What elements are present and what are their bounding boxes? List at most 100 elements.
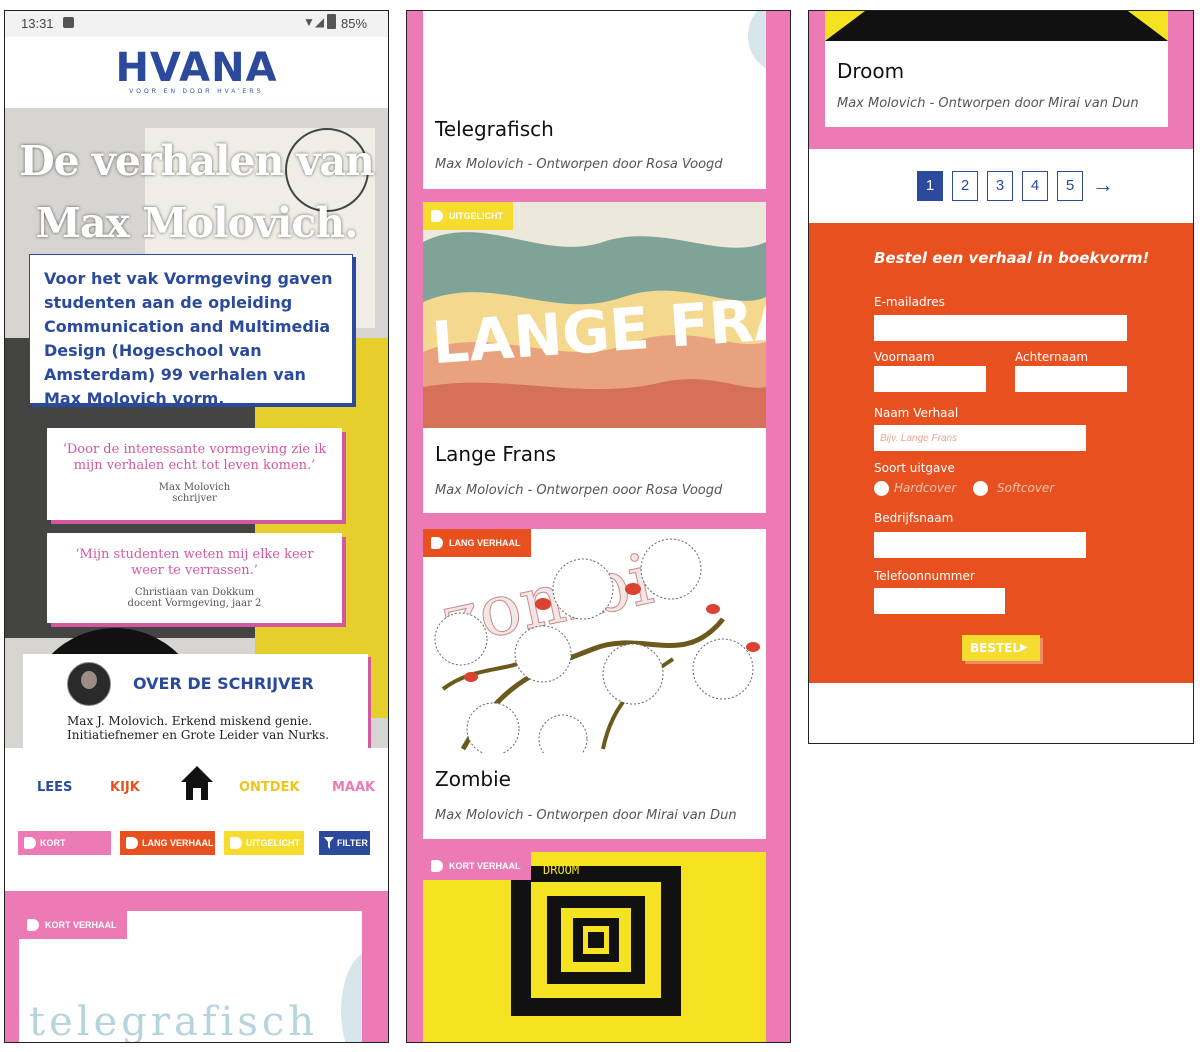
about-text: Max J. Molovich. Erkend miskend genie. I… <box>67 714 330 742</box>
quote-author: Christiaan van Dokkum <box>134 587 255 598</box>
first-name-label: Voornaam <box>874 350 935 364</box>
story-label: UITGELICHT <box>423 202 513 230</box>
category-nav: LEES KIJK ONTDEK MAAK <box>5 748 388 828</box>
about-author-card[interactable]: OVER DE SCHRIJVER Max J. Molovich. Erken… <box>23 654 368 748</box>
story-label-text: KORT VERHAAL <box>449 861 521 871</box>
softcover-radio[interactable] <box>973 481 988 496</box>
story-list: telegrafisch KORT VERHAAL <box>5 891 388 1043</box>
filter-label: UITGELICHT <box>246 838 300 848</box>
story-card-telegrafisch-preview[interactable]: telegrafisch KORT VERHAAL <box>19 911 362 1043</box>
tag-icon <box>431 210 443 222</box>
intro-text: Voor het vak Vormgeving gaven studenten … <box>29 254 353 408</box>
softcover-label[interactable]: Softcover <box>997 481 1054 495</box>
artwork-text: DROOM <box>543 863 579 877</box>
filter-lang-verhaal[interactable]: LANG VERHAAL <box>120 831 215 855</box>
story-label-text: LANG VERHAAL <box>449 538 521 548</box>
filter-uitgelicht[interactable]: UITGELICHT <box>224 831 304 855</box>
zombie-artwork: zombie <box>423 529 766 753</box>
artwork-moon <box>748 11 766 71</box>
tag-icon <box>126 837 138 849</box>
gallery-notification-icon <box>63 17 74 28</box>
story-label-text: KORT VERHAAL <box>45 920 117 930</box>
page-5-button[interactable]: 5 <box>1057 171 1083 201</box>
story-label: KORT VERHAAL <box>423 852 531 880</box>
page-4-button[interactable]: 4 <box>1022 171 1048 201</box>
order-form-title: Bestel een verhaal in boekvorm! <box>874 249 1150 267</box>
status-time: 13:31 <box>21 16 54 31</box>
filter-button[interactable]: FILTER <box>319 831 370 855</box>
filter-label: LANG VERHAAL <box>142 838 214 848</box>
story-list-end: Droom Max Molovich - Ontworpen door Mira… <box>809 11 1193 149</box>
filter-kort-verhaal[interactable]: KORT VERHAAL <box>18 831 111 872</box>
hero-title-line2: Max Molovich. <box>35 199 359 247</box>
tag-icon <box>230 837 242 849</box>
quote-role: schrijver <box>172 493 217 504</box>
hero-title: De verhalen van Max Molovich. <box>5 130 388 254</box>
page-3-button[interactable]: 3 <box>987 171 1013 201</box>
story-title[interactable]: Droom <box>837 59 904 83</box>
nav-kijk[interactable]: KIJK <box>110 780 140 795</box>
submit-order-button[interactable]: BESTEL ▶ <box>962 635 1040 661</box>
battery-icon <box>327 14 336 29</box>
page-1-button[interactable]: 1 <box>917 171 943 201</box>
hero-title-line1: De verhalen van <box>19 137 375 185</box>
battery-percentage: 85% <box>341 16 368 31</box>
filter-label: FILTER <box>337 838 368 848</box>
wifi-signal-icon: ▼◢ <box>303 15 325 29</box>
company-field[interactable] <box>874 532 1086 558</box>
story-title[interactable]: Lange Frans <box>435 442 556 466</box>
story-card-droom[interactable]: Droom Max Molovich - Ontworpen door Mira… <box>825 11 1168 127</box>
filter-label: KORT VERHAAL <box>40 838 84 872</box>
first-name-field[interactable] <box>874 366 986 392</box>
story-label: LANG VERHAAL <box>423 529 531 557</box>
home-icon[interactable] <box>179 764 215 802</box>
artwork-text: telegrafisch <box>29 999 319 1043</box>
last-name-label: Achternaam <box>1015 350 1089 364</box>
phone-field[interactable] <box>874 588 1005 614</box>
quote-card: ‘Mijn studenten weten mij elke keer weer… <box>47 533 342 623</box>
quote-role: docent Vormgeving, jaar 2 <box>127 598 262 609</box>
quote-text: ‘Mijn studenten weten mij elke keer weer… <box>75 547 314 578</box>
phone-label: Telefoonnummer <box>874 569 975 583</box>
story-name-label: Naam Verhaal <box>874 406 959 420</box>
story-card-droom[interactable]: DROOM KORT VERHAAL <box>423 852 766 1042</box>
story-name-field[interactable] <box>874 425 1086 451</box>
page-2-button[interactable]: 2 <box>952 171 978 201</box>
nav-ontdek[interactable]: ONTDEK <box>239 780 300 795</box>
story-label-text: UITGELICHT <box>449 211 503 221</box>
company-label: Bedrijfsnaam <box>874 511 954 525</box>
story-label: KORT VERHAAL <box>19 911 127 939</box>
hvana-logo[interactable]: HVANA <box>5 45 388 91</box>
quote-text: ‘Door de interessante vormgeving zie ik … <box>62 442 327 473</box>
quote-card: ‘Door de interessante vormgeving zie ik … <box>47 428 342 520</box>
story-title[interactable]: Telegrafisch <box>435 117 554 141</box>
story-card-zombie[interactable]: zombie LANG VERHAAL Zombie Max Molovich … <box>423 529 766 839</box>
quote-attribution: Christiaan van Dokkum docent Vormgeving,… <box>59 587 330 609</box>
story-subtitle: Max Molovich - Ontworpen door Rosa Voogd <box>435 157 723 172</box>
email-field[interactable] <box>874 315 1127 341</box>
tag-icon <box>431 537 443 549</box>
hardcover-label[interactable]: Hardcover <box>894 481 956 495</box>
artwork-moon <box>341 951 362 1042</box>
droom-artwork: DROOM <box>423 852 766 1042</box>
story-card-lange-frans[interactable]: LANGE FRANS UITGELICHT Lange Frans Max M… <box>423 202 766 513</box>
mobile-screen-story-list: Telegrafisch Max Molovich - Ontworpen do… <box>406 10 791 1043</box>
author-avatar <box>67 662 111 706</box>
tag-icon <box>27 919 39 931</box>
nav-maak[interactable]: MAAK <box>332 780 375 795</box>
lange-frans-artwork: LANGE FRANS <box>423 202 766 428</box>
hero-section: De verhalen van Max Molovich. Voor het v… <box>5 108 388 748</box>
story-card-telegrafisch[interactable]: Telegrafisch Max Molovich - Ontworpen do… <box>423 11 766 189</box>
last-name-field[interactable] <box>1015 366 1127 392</box>
hardcover-radio[interactable] <box>874 481 889 496</box>
quote-author: Max Molovich <box>158 482 231 493</box>
story-subtitle: Max Molovich - Ontworpen ooor Rosa Voogd <box>435 483 723 498</box>
story-subtitle: Max Molovich - Ontworpen door Mirai van … <box>837 96 1139 111</box>
quote-attribution: Max Molovich schrijver <box>59 482 330 504</box>
mobile-screen-order: Droom Max Molovich - Ontworpen door Mira… <box>808 10 1194 744</box>
email-label: E-mailadres <box>874 295 945 309</box>
next-page-arrow-icon[interactable]: → <box>1092 171 1114 199</box>
about-title[interactable]: OVER DE SCHRIJVER <box>133 674 314 693</box>
story-title[interactable]: Zombie <box>435 767 511 791</box>
nav-lees[interactable]: LEES <box>37 780 72 795</box>
